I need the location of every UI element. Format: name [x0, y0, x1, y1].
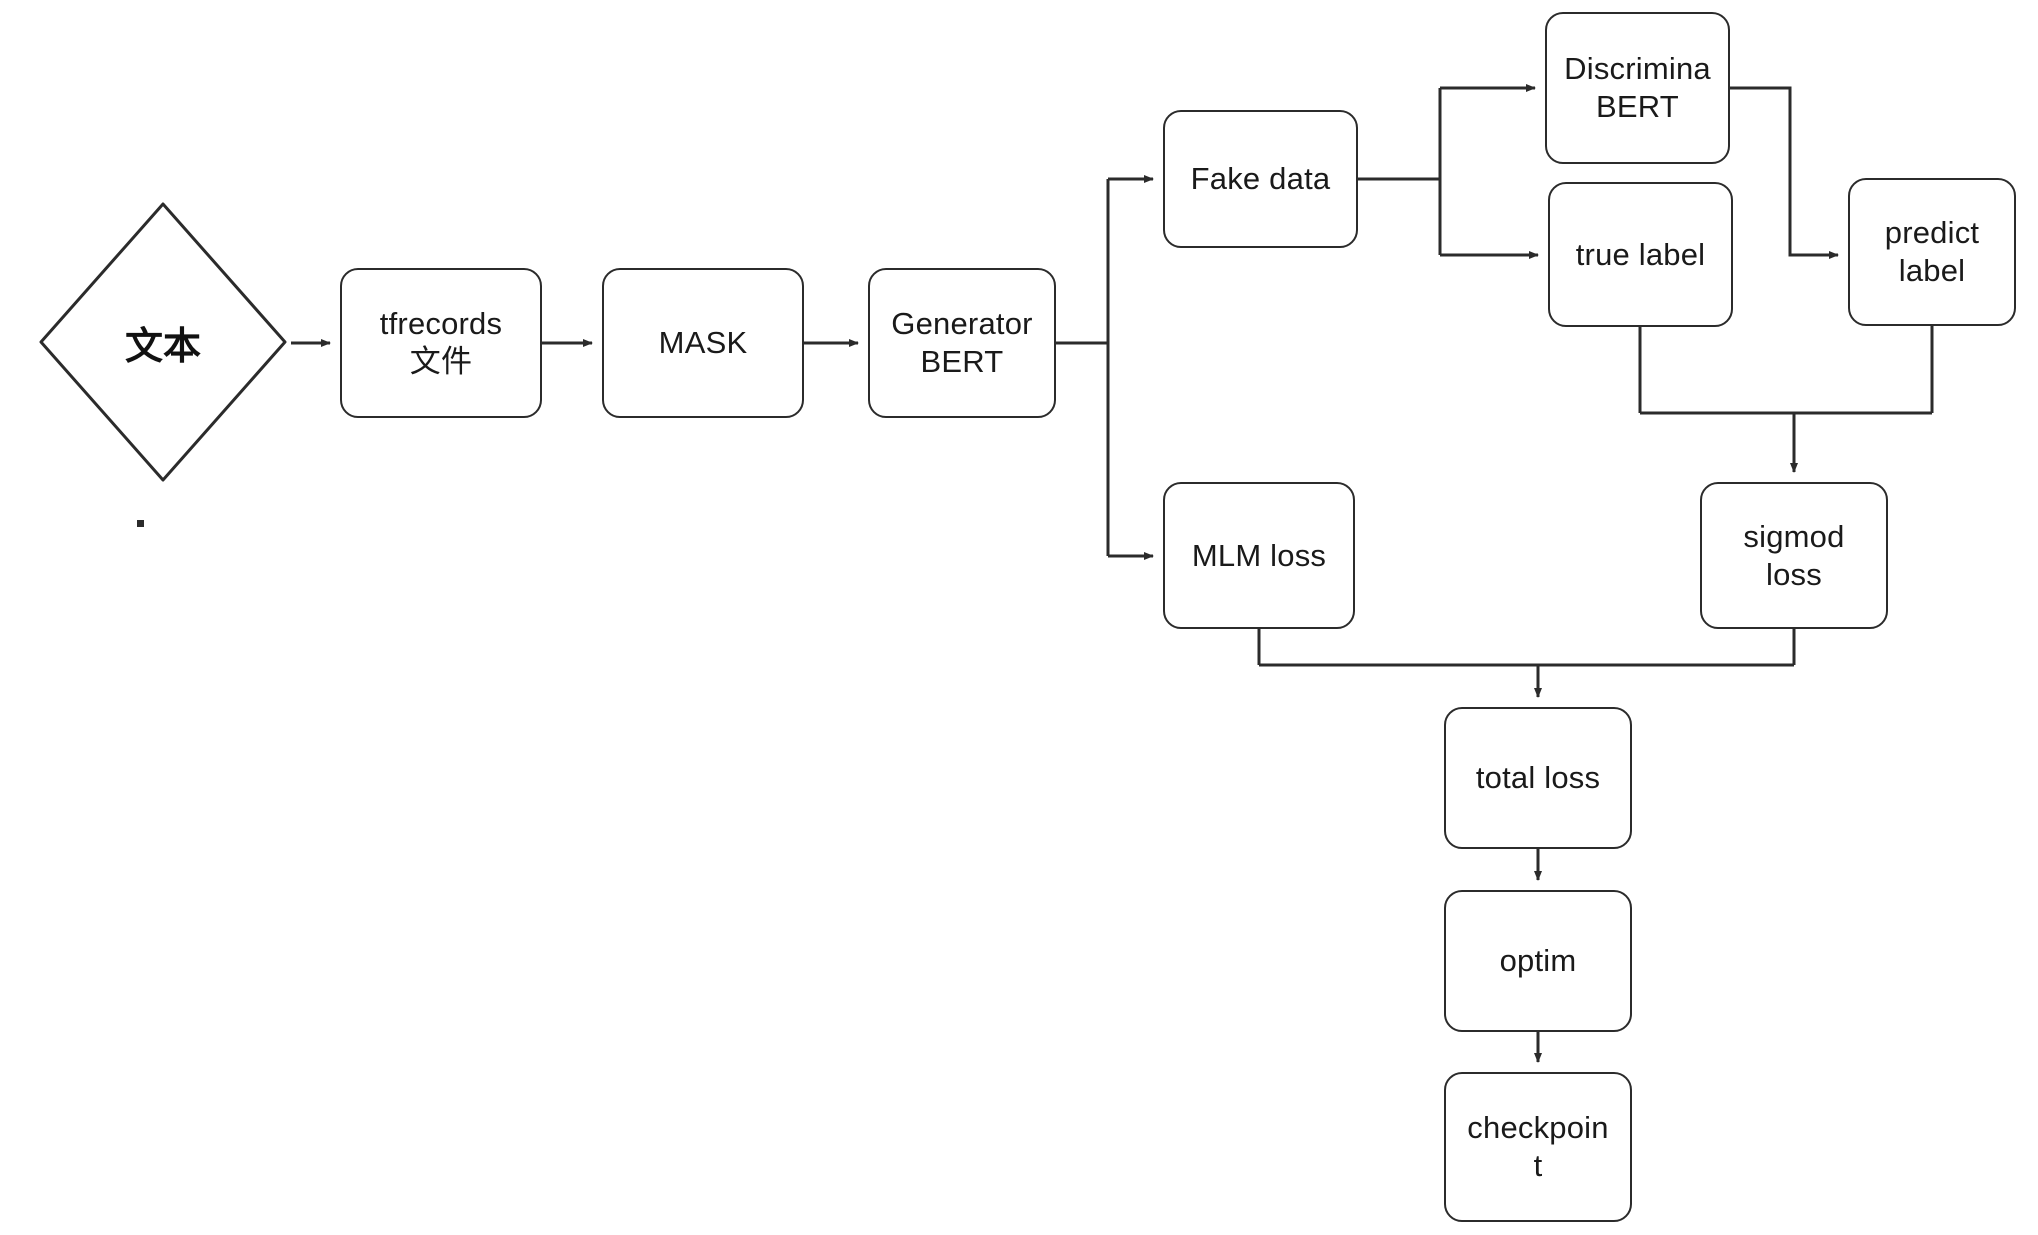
node-mlm-loss[interactable]: MLM loss — [1163, 482, 1355, 629]
edge-discriminator-to-predict-label — [1730, 86, 1839, 259]
node-text-label: 文本 — [124, 325, 201, 368]
node-sigmod-loss[interactable]: sigmod loss — [1700, 482, 1888, 629]
node-optim[interactable]: optim — [1444, 890, 1632, 1032]
diagram-canvas: 文本 tfrecords 文件 MASK Generator BERT Fake… — [0, 0, 2038, 1235]
node-fake-data[interactable]: Fake data — [1163, 110, 1358, 248]
node-predict-label[interactable]: predict label — [1848, 178, 2016, 326]
node-discriminator-bert[interactable]: Discrimina BERT — [1545, 12, 1730, 164]
node-tfrecords[interactable]: tfrecords 文件 — [340, 268, 542, 418]
node-total-loss[interactable]: total loss — [1444, 707, 1632, 849]
stray-dot-below-text — [137, 520, 144, 527]
node-true-label[interactable]: true label — [1548, 182, 1733, 327]
node-text[interactable]: 文本 — [35, 198, 291, 486]
node-generator-bert[interactable]: Generator BERT — [868, 268, 1056, 418]
node-mask[interactable]: MASK — [602, 268, 804, 418]
node-checkpoint[interactable]: checkpoin t — [1444, 1072, 1632, 1222]
